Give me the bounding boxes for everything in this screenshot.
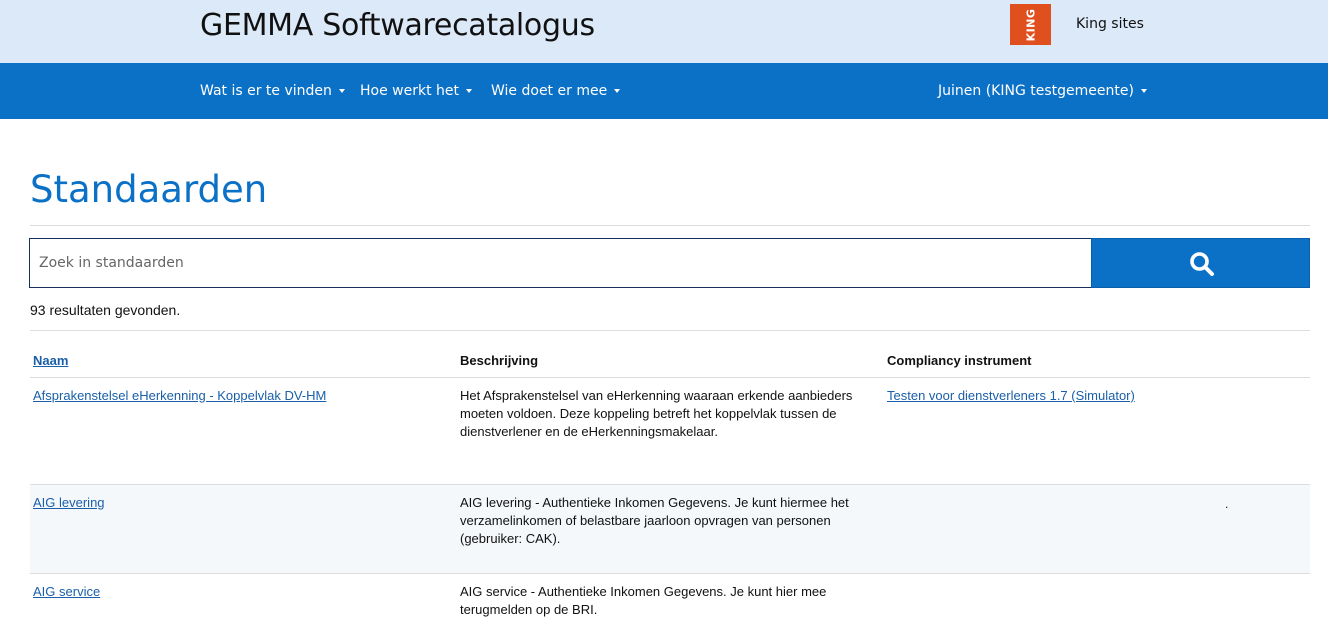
nav-wat-is-er-te-vinden[interactable]: Wat is er te vinden bbox=[200, 83, 345, 99]
page-title: Standaarden bbox=[30, 168, 268, 211]
search-button[interactable] bbox=[1091, 238, 1310, 288]
result-count: 93 resultaten gevonden. bbox=[30, 302, 181, 318]
nav-hoe-werkt-het[interactable]: Hoe werkt het bbox=[360, 83, 472, 99]
search-input[interactable] bbox=[29, 238, 1092, 288]
compliancy-link[interactable]: Testen voor dienstverleners 1.7 (Simulat… bbox=[887, 388, 1135, 403]
user-menu-label: Juinen (KING testgemeente) bbox=[938, 83, 1134, 99]
compliancy-mark: . bbox=[1225, 497, 1229, 511]
main-navigation: Wat is er te vinden Hoe werkt het Wie do… bbox=[0, 63, 1328, 119]
king-logo[interactable]: KING bbox=[1010, 4, 1051, 45]
standard-description: AIG levering - Authentieke Inkomen Gegev… bbox=[460, 495, 849, 547]
column-header-beschrijving: Beschrijving bbox=[460, 353, 539, 368]
standard-name-link[interactable]: AIG service bbox=[33, 584, 100, 599]
standard-description: Het Afsprakenstelsel van eHerkenning waa… bbox=[460, 388, 853, 440]
standard-name-link[interactable]: Afsprakenstelsel eHerkenning - Koppelvla… bbox=[33, 388, 326, 403]
standard-description: AIG service - Authentieke Inkomen Gegeve… bbox=[460, 584, 827, 618]
nav-label: Wie doet er mee bbox=[491, 83, 608, 99]
search-icon bbox=[1190, 252, 1214, 276]
results-divider bbox=[30, 330, 1310, 331]
king-logo-text: KING bbox=[1024, 8, 1037, 41]
column-header-compliancy: Compliancy instrument bbox=[887, 353, 1032, 368]
caret-down-icon bbox=[466, 89, 472, 93]
nav-label: Hoe werkt het bbox=[360, 83, 459, 99]
table-row: Afsprakenstelsel eHerkenning - Koppelvla… bbox=[30, 377, 1310, 485]
table-row: AIG service AIG service - Authentieke In… bbox=[30, 573, 1310, 623]
caret-down-icon bbox=[614, 89, 621, 93]
nav-wie-doet-er-mee[interactable]: Wie doet er mee bbox=[491, 83, 621, 99]
site-title[interactable]: GEMMA Softwarecatalogus bbox=[200, 8, 595, 43]
caret-down-icon bbox=[1140, 89, 1147, 93]
column-header-naam[interactable]: Naam bbox=[33, 353, 68, 368]
caret-down-icon bbox=[338, 89, 345, 93]
king-sites-link[interactable]: King sites bbox=[1076, 16, 1144, 32]
title-divider bbox=[30, 225, 1310, 226]
standard-name-link[interactable]: AIG levering bbox=[33, 495, 105, 510]
table-row: AIG levering AIG levering - Authentieke … bbox=[30, 484, 1310, 574]
nav-label: Wat is er te vinden bbox=[200, 83, 332, 99]
user-menu[interactable]: Juinen (KING testgemeente) bbox=[938, 83, 1147, 99]
top-header: GEMMA Softwarecatalogus KING King sites bbox=[0, 0, 1328, 63]
